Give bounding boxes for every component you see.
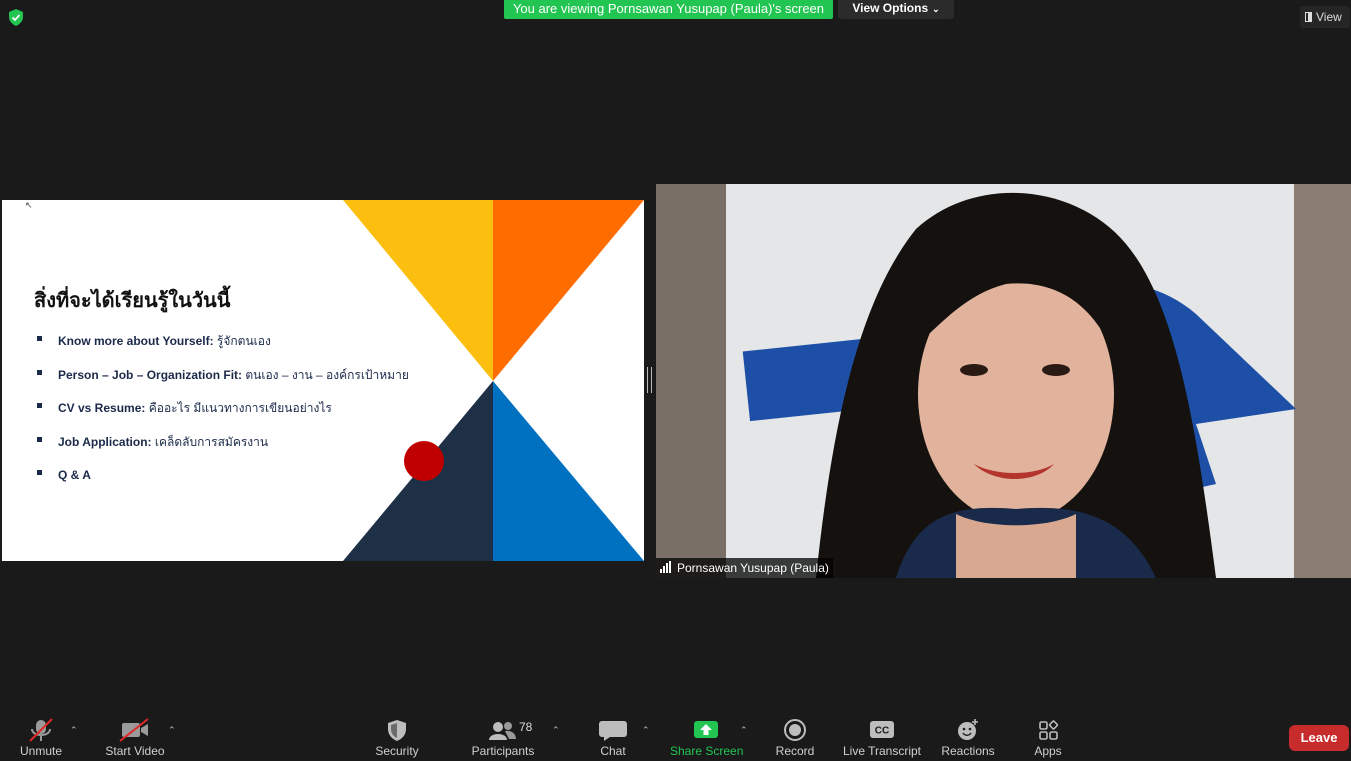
chat-options-caret-icon[interactable]: ⌃	[642, 725, 650, 736]
live-transcript-button[interactable]: CC Live Transcript	[840, 711, 924, 761]
split-view-drag-handle[interactable]	[647, 367, 652, 393]
unmute-label: Unmute	[19, 744, 63, 758]
share-options-caret-icon[interactable]: ⌃	[740, 725, 748, 736]
shield-check-icon[interactable]	[8, 9, 24, 26]
chat-label: Chat	[600, 744, 626, 758]
chevron-down-icon: ⌄	[932, 4, 940, 14]
muted-microphone-icon	[29, 718, 53, 742]
viewing-screen-banner: You are viewing Pornsawan Yusupap (Paula…	[504, 0, 833, 19]
share-screen-arrow-icon	[694, 721, 718, 738]
reactions-label: Reactions	[941, 744, 995, 758]
unmute-button[interactable]: Unmute	[14, 711, 68, 761]
start-video-label: Start Video	[105, 744, 165, 758]
leave-button[interactable]: Leave	[1289, 725, 1349, 751]
bullet-th: รู้จักตนเอง	[213, 334, 271, 348]
mouse-cursor-icon: ↖	[25, 200, 33, 210]
signal-strength-icon	[660, 559, 672, 578]
meeting-toolbar: Unmute ⌃ Start Video ⌃ Security Particip…	[0, 711, 1351, 761]
view-button[interactable]: View	[1300, 6, 1350, 28]
bullet-en: CV vs Resume:	[58, 401, 146, 416]
view-label: View	[1316, 10, 1342, 24]
live-transcript-label: Live Transcript	[842, 744, 922, 758]
apps-button[interactable]: Apps	[1026, 711, 1070, 761]
shield-icon	[388, 720, 406, 741]
bullet-en: Job Application:	[58, 434, 152, 449]
audio-options-caret-icon[interactable]: ⌃	[70, 725, 78, 736]
participant-video[interactable]: Pornsawan Yusupap (Paula)	[656, 184, 1351, 578]
video-frame-graphic	[656, 184, 1351, 578]
video-off-icon	[119, 718, 149, 742]
bullet-th: ตนเอง – งาน – องค์กรเป้าหมาย	[242, 367, 409, 382]
record-button[interactable]: Record	[772, 711, 818, 761]
participants-count: 78	[519, 720, 533, 734]
bullet-th: คืออะไร มีแนวทางการเขียนอย่างไร	[145, 401, 332, 416]
bullet-item: Know more about Yourself: รู้จักตนเอง	[36, 330, 409, 364]
slide-title: สิ่งที่จะได้เรียนรู้ในวันนี้	[34, 290, 231, 312]
participants-button[interactable]: Participants 78	[470, 711, 536, 761]
share-screen-button[interactable]: Share Screen	[670, 711, 744, 761]
security-button[interactable]: Security	[370, 711, 424, 761]
participants-label: Participants	[471, 744, 535, 758]
apps-grid-icon	[1039, 720, 1059, 740]
reactions-button[interactable]: Reactions	[938, 711, 998, 761]
bullet-item: Q & A	[36, 464, 409, 498]
share-screen-label: Share Screen	[670, 744, 744, 758]
participant-name-tag: Pornsawan Yusupap (Paula)	[656, 558, 833, 578]
video-options-caret-icon[interactable]: ⌃	[168, 725, 176, 736]
bullet-item: Job Application: เคล็ดลับการสมัครงาน	[36, 431, 409, 465]
bullet-item: Person – Job – Organization Fit: ตนเอง –…	[36, 364, 409, 398]
participant-name: Pornsawan Yusupap (Paula)	[677, 561, 829, 575]
bullet-en: Know more about Yourself:	[58, 334, 214, 348]
view-options-button[interactable]: View Options ⌄	[838, 0, 954, 19]
participants-options-caret-icon[interactable]: ⌃	[552, 725, 560, 736]
bullet-en: Person – Job – Organization Fit:	[58, 367, 243, 382]
closed-caption-icon: CC	[870, 721, 894, 738]
layout-icon	[1305, 12, 1312, 22]
view-options-label: View Options	[852, 1, 929, 15]
chat-button[interactable]: Chat	[592, 711, 634, 761]
bullet-th: เคล็ดลับการสมัครงาน	[151, 434, 269, 449]
smiley-plus-icon	[958, 719, 978, 740]
security-label: Security	[375, 744, 419, 758]
bullet-item: CV vs Resume: คืออะไร มีแนวทางการเขียนอย…	[36, 397, 409, 431]
slide-bullet-list: Know more about Yourself: รู้จักตนเอง Pe…	[36, 330, 409, 498]
record-icon	[784, 719, 806, 741]
svg-text:CC: CC	[875, 726, 889, 737]
record-label: Record	[775, 744, 815, 758]
start-video-button[interactable]: Start Video	[100, 711, 170, 761]
shared-screen-slide[interactable]: ↖ สิ่งที่จะได้เรียนรู้ในวันนี้ Know more…	[2, 200, 644, 561]
bullet-en: Q & A	[58, 468, 91, 483]
chat-bubble-icon	[599, 721, 627, 741]
apps-label: Apps	[1034, 744, 1062, 758]
